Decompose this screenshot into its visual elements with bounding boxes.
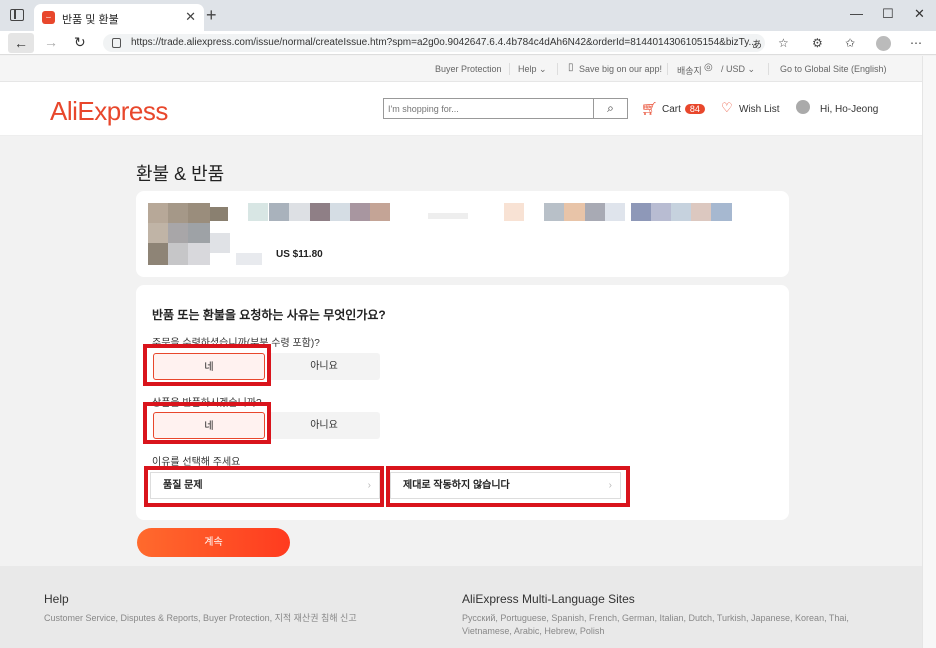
footer-help-title: Help (44, 592, 69, 606)
ship-to-label[interactable]: 배송지 (677, 64, 702, 77)
heart-icon[interactable]: ♡ (721, 100, 733, 116)
back-icon[interactable]: ← (8, 33, 34, 53)
divider (667, 63, 668, 75)
footer-language-links[interactable]: Русский, Portuguese, Spanish, French, Ge… (462, 612, 849, 625)
favorites-list-icon[interactable]: ✩ (845, 36, 855, 50)
cart-icon[interactable]: 🛒︎ (641, 101, 658, 117)
read-aloud-icon[interactable]: あ (752, 36, 762, 51)
buyer-protection-link[interactable]: Buyer Protection (435, 64, 502, 74)
search-box: ⌕ (383, 98, 628, 119)
app-link[interactable]: Save big on our app! (579, 64, 662, 74)
divider (509, 63, 510, 75)
forward-icon[interactable]: → (44, 34, 58, 50)
browser-tab[interactable]: ⌣ 반품 및 환불 ✕ (34, 4, 204, 31)
footer-language-links-2[interactable]: Vietnamese, Arabic, Hebrew, Polish (462, 625, 604, 638)
close-window-icon[interactable]: ✕ (914, 6, 925, 22)
product-variant-blurred (236, 253, 262, 265)
page-scrollbar[interactable] (922, 56, 936, 648)
new-tab-icon[interactable]: + (206, 5, 217, 26)
phone-icon: ▯ (568, 62, 574, 73)
user-avatar-icon[interactable] (796, 100, 810, 114)
continue-button[interactable]: 계속 (137, 528, 290, 557)
url-text: https://trade.aliexpress.com/issue/norma… (131, 37, 757, 48)
refresh-icon[interactable]: ↻ (74, 34, 86, 51)
minimize-icon[interactable]: — (850, 6, 863, 21)
tab-title: 반품 및 환불 (62, 14, 119, 26)
site-header: AliExpress ⌕ 🛒︎ Cart84 ♡ Wish List Hi, H… (0, 82, 922, 136)
wishlist-link[interactable]: Wish List (739, 104, 780, 115)
global-site-link[interactable]: Go to Global Site (English) (780, 64, 887, 74)
top-utility-nav: Buyer Protection Help ⌄ ▯ Save big on ou… (0, 56, 922, 82)
close-tab-icon[interactable]: ✕ (185, 9, 196, 25)
footer-language-title: AliExpress Multi-Language Sites (462, 592, 635, 606)
lock-icon (112, 38, 121, 48)
highlight-box-received-yes (143, 344, 271, 386)
search-input[interactable] (384, 99, 589, 118)
page-title: 환불 & 반품 (136, 164, 225, 184)
address-bar-row: ← → ↻ https://trade.aliexpress.com/issue… (0, 31, 936, 55)
product-price: US $11.80 (276, 249, 323, 260)
tab-actions-icon[interactable] (10, 9, 24, 21)
extensions-icon[interactable]: ⚙ (812, 36, 823, 50)
cart-link[interactable]: Cart 84 (662, 104, 705, 115)
divider (557, 63, 558, 75)
web-page: Buyer Protection Help ⌄ ▯ Save big on ou… (0, 56, 922, 648)
return-no-option[interactable]: 아니요 (268, 412, 380, 439)
site-footer: Help Customer Service, Disputes & Report… (0, 566, 922, 648)
aliexpress-favicon-icon: ⌣ (42, 11, 55, 24)
product-thumbnail[interactable] (148, 203, 236, 265)
browser-tab-bar: ⌣ 반품 및 환불 ✕ + — ☐ ✕ (0, 0, 936, 31)
search-icon[interactable]: ⌕ (593, 99, 627, 118)
user-greeting[interactable]: Hi, Ho-Jeong (820, 104, 878, 115)
received-no-option[interactable]: 아니요 (268, 353, 380, 380)
question-title: 반품 또는 환불을 요청하는 사유는 무엇인가요? (152, 308, 386, 322)
order-product-card: US $11.80 (136, 191, 789, 277)
highlight-box-reason-1 (144, 466, 384, 507)
maximize-icon[interactable]: ☐ (882, 6, 894, 22)
highlight-box-return-yes (143, 402, 271, 444)
url-field[interactable]: https://trade.aliexpress.com/issue/norma… (103, 34, 765, 52)
cart-label: Cart (662, 104, 681, 115)
product-title-blurred[interactable] (248, 203, 788, 223)
aliexpress-logo[interactable]: AliExpress (50, 96, 168, 127)
favorite-icon[interactable]: ☆ (778, 36, 789, 50)
footer-help-links[interactable]: Customer Service, Disputes & Reports, Bu… (44, 612, 357, 625)
cart-count-badge: 84 (684, 104, 705, 114)
help-menu[interactable]: Help ⌄ (518, 64, 547, 75)
highlight-box-reason-2 (386, 466, 630, 507)
divider (768, 63, 769, 75)
currency-selector[interactable]: / USD ⌄ (721, 64, 755, 75)
korea-flag-icon: ◎ (704, 62, 713, 73)
profile-icon[interactable] (876, 36, 891, 51)
more-menu-icon[interactable]: ⋯ (910, 36, 922, 50)
